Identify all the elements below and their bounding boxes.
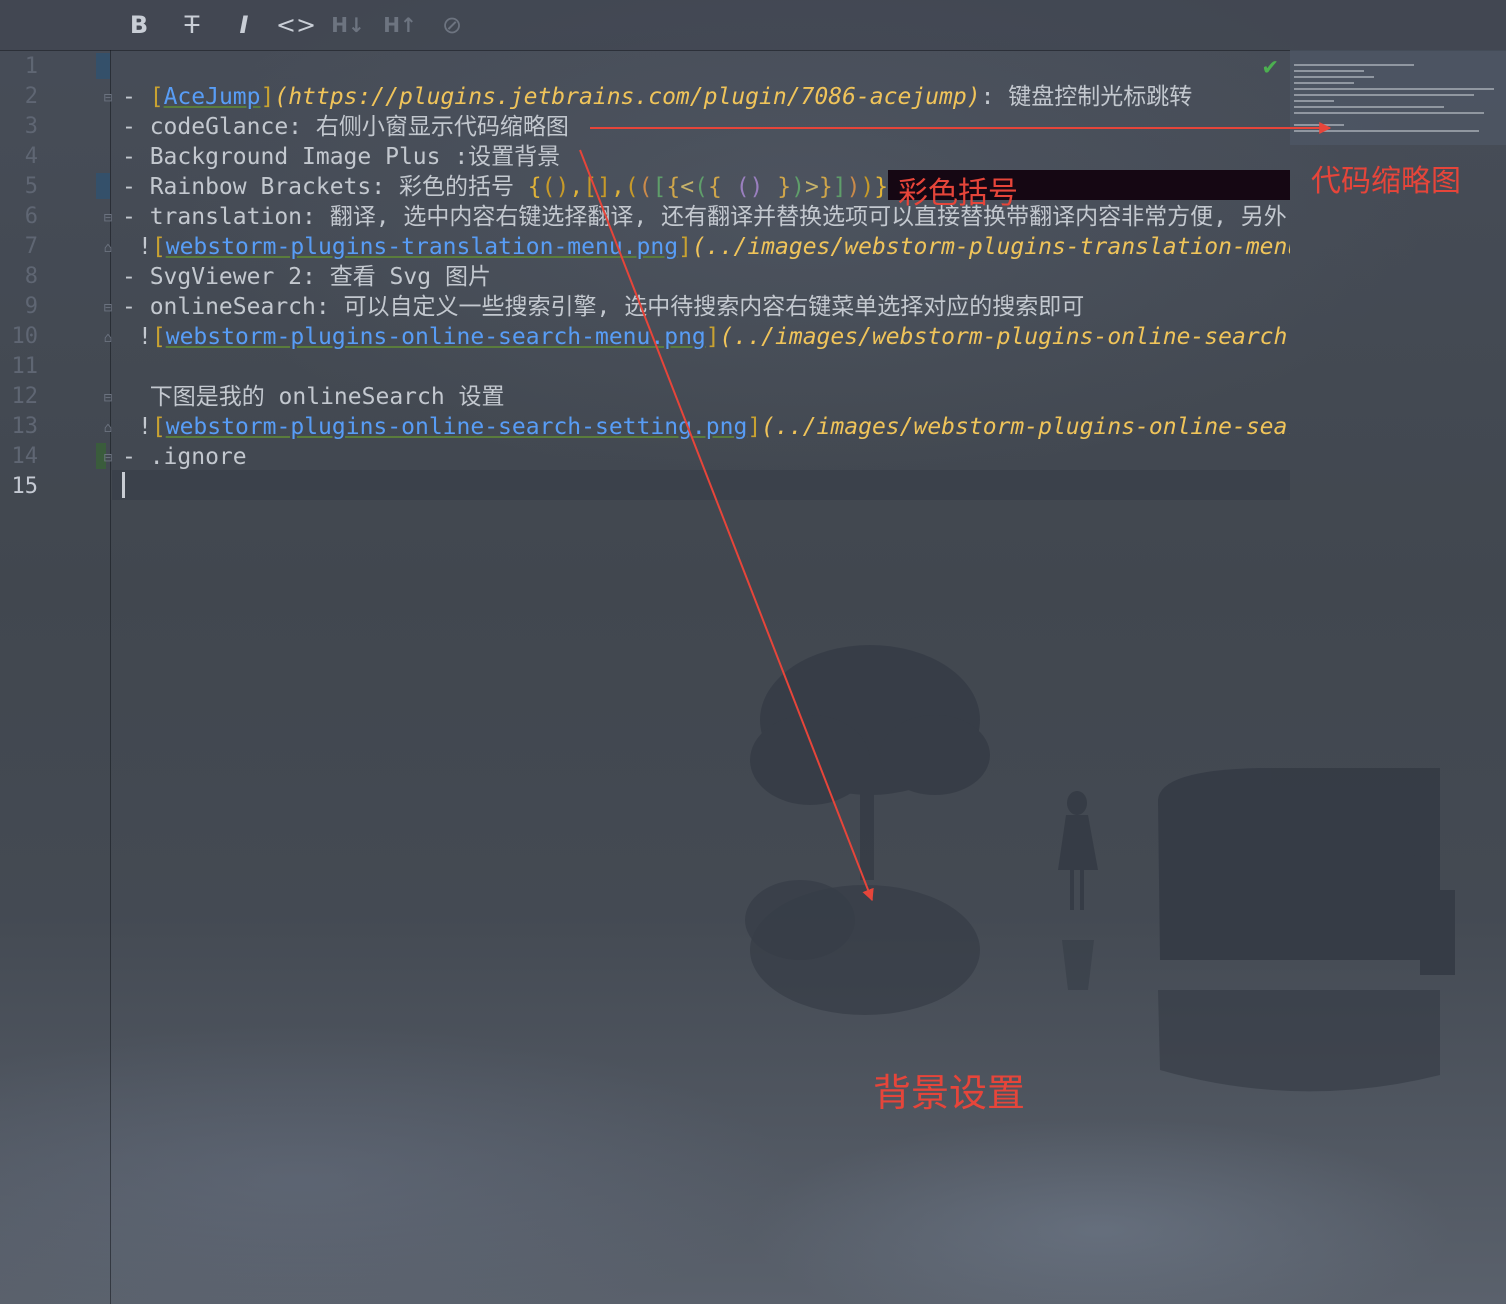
annotation-arrows (579, 122, 1332, 902)
background-arrow (579, 149, 874, 902)
